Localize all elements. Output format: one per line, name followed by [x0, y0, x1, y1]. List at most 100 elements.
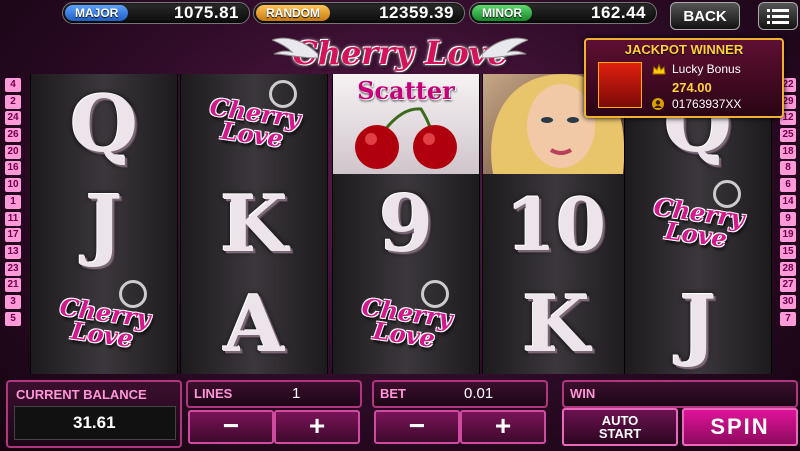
prize-name: Lucky Bonus [672, 62, 741, 76]
minor-jackpot: MINOR 162.44 [469, 2, 657, 24]
symbol-glyph: 10 [505, 181, 607, 267]
payline-number: 1 [5, 194, 21, 209]
payline-number: 11 [5, 211, 21, 226]
minor-value: 162.44 [591, 3, 646, 22]
symbol-9: 9 [333, 174, 479, 274]
symbol-cherry-love: Cherry Love [31, 274, 177, 374]
crown-icon [652, 64, 666, 75]
symbol-k: K [483, 274, 629, 374]
payline-number: 3 [5, 294, 21, 309]
reel-3: Scatter 9 Cherry Love [332, 74, 480, 374]
user-icon [652, 98, 664, 110]
reel-4: 10 K [482, 74, 630, 374]
balance-label: CURRENT BALANCE [16, 387, 147, 402]
symbol-a: A [181, 274, 327, 374]
symbol-glyph: J [679, 278, 717, 370]
symbol-q: Q [31, 74, 177, 174]
symbol-cherry-love: Cherry Love [181, 74, 327, 174]
minor-label: MINOR [472, 5, 532, 21]
payline-number: 13 [5, 244, 21, 259]
balance-panel: CURRENT BALANCE 31.61 [6, 380, 182, 448]
payline-number: 18 [780, 144, 796, 159]
symbol-j: J [625, 274, 771, 374]
payline-number: 17 [5, 228, 21, 243]
payline-number: 6 [780, 178, 796, 193]
winner-game-thumbnail [598, 62, 642, 108]
lines-minus-button[interactable]: − [188, 410, 274, 444]
balance-box: 31.61 [14, 406, 176, 440]
payline-number: 15 [780, 244, 796, 259]
payline-number: 8 [780, 161, 796, 176]
lines-value: 1 [292, 385, 301, 402]
left-line-numbers: 4 2 24 26 20 16 10 1 11 17 13 23 21 3 5 [5, 78, 23, 328]
reel-area: Q J Cherry Love Cherry Love K A Scatter 9 Cherry Lo… [30, 74, 772, 374]
bet-label: BET [380, 386, 406, 401]
symbol-scatter: Scatter [333, 74, 479, 174]
right-wing-icon [482, 37, 528, 59]
symbol-cherry-love: Cherry Love [333, 274, 479, 374]
payline-number: 10 [5, 178, 21, 193]
lines-plus-button[interactable]: + [274, 410, 360, 444]
payline-number: 24 [5, 111, 21, 126]
payline-number: 5 [5, 311, 21, 326]
payline-number: 16 [5, 161, 21, 176]
cherry-love-label: Cherry Love [56, 292, 152, 353]
symbol-glyph: K [522, 278, 590, 370]
bet-value: 0.01 [464, 385, 494, 402]
bet-panel: BET 0.01 [372, 380, 548, 408]
prize-amount: 274.00 [672, 80, 712, 95]
symbol-glyph: Q [70, 78, 138, 170]
payline-number: 27 [780, 278, 796, 293]
payline-number: 4 [5, 78, 21, 92]
bet-minus-button[interactable]: − [374, 410, 460, 444]
spin-button[interactable]: SPIN [682, 408, 798, 446]
payline-number: 2 [5, 94, 21, 109]
auto-start-button[interactable]: AUTO START [562, 408, 678, 446]
random-value: 12359.39 [379, 3, 454, 22]
bet-plus-button[interactable]: + [460, 410, 546, 444]
symbol-10: 10 [483, 174, 629, 274]
game-logo: Cherry Love [270, 30, 530, 76]
start-label: START [598, 426, 642, 441]
back-button[interactable]: BACK [670, 2, 740, 30]
spin-label: SPIN [710, 414, 770, 439]
symbol-j: J [31, 174, 177, 274]
cherry-love-label: Cherry Love [206, 92, 302, 153]
logo-text: Cherry Love [292, 34, 508, 72]
major-jackpot: MAJOR 1075.81 [62, 2, 250, 24]
major-value: 1075.81 [174, 3, 239, 22]
symbol-cherry-love: Cherry Love [625, 174, 771, 274]
payline-number: 19 [780, 228, 796, 243]
balance-value: 31.61 [73, 413, 116, 432]
reel-1: Q J Cherry Love [30, 74, 178, 374]
win-label: WIN [570, 386, 596, 401]
menu-button[interactable] [758, 2, 798, 30]
payline-number: 26 [5, 128, 21, 143]
payline-number: 30 [780, 294, 796, 309]
cherry-love-label: Cherry Love [358, 292, 454, 353]
lines-panel: LINES 1 [186, 380, 362, 408]
payline-number: 28 [780, 261, 796, 276]
left-wing-icon [272, 37, 318, 59]
payline-number: 7 [780, 311, 796, 326]
cherry-love-label: Cherry Love [650, 192, 746, 253]
random-jackpot: RANDOM 12359.39 [253, 2, 465, 24]
symbol-k: K [181, 174, 327, 274]
symbol-glyph: K [220, 178, 288, 270]
payline-number: 20 [5, 144, 21, 159]
payline-number: 14 [780, 194, 796, 209]
cherries-icon [355, 106, 457, 169]
back-label: BACK [683, 7, 727, 25]
jackpot-winner-popup: JACKPOT WINNER Lucky Bonus 274.00 017639… [584, 38, 784, 118]
major-label: MAJOR [65, 5, 129, 21]
scatter-label: Scatter [357, 75, 455, 105]
jackpot-winner-title: JACKPOT WINNER [624, 42, 744, 57]
winner-player-id: 01763937XX [672, 97, 742, 111]
win-panel: WIN [562, 380, 798, 408]
payline-number: 9 [780, 211, 796, 226]
payline-number: 21 [5, 278, 21, 293]
symbol-glyph: 9 [378, 178, 434, 270]
symbol-glyph: J [85, 178, 123, 270]
symbol-glyph: A [223, 278, 285, 370]
menu-icon [767, 9, 789, 24]
